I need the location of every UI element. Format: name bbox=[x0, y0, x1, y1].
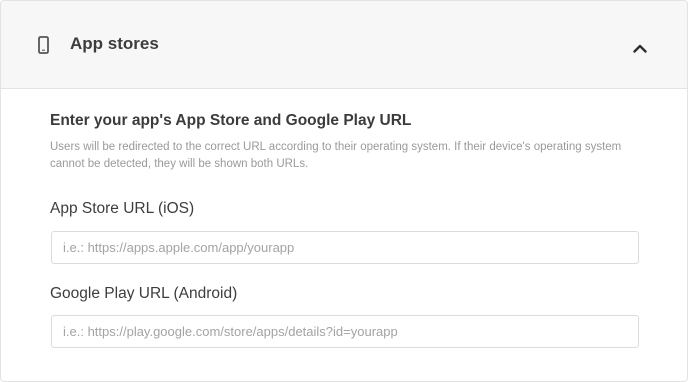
phone-icon bbox=[38, 36, 49, 54]
google-play-url-label: Google Play URL (Android) bbox=[50, 285, 238, 302]
google-play-url-input[interactable] bbox=[51, 315, 639, 348]
panel-title: App stores bbox=[70, 34, 159, 53]
app-stores-panel: App stores Enter your app's App Store an… bbox=[0, 0, 688, 382]
app-store-url-input[interactable] bbox=[51, 231, 639, 264]
app-store-url-label: App Store URL (iOS) bbox=[50, 200, 195, 217]
chevron-up-icon bbox=[633, 40, 647, 58]
section-description: Users will be redirected to the correct … bbox=[50, 141, 622, 170]
panel-header[interactable]: App stores bbox=[1, 1, 687, 89]
collapse-button[interactable] bbox=[625, 35, 655, 63]
section-title: Enter your app's App Store and Google Pl… bbox=[50, 112, 412, 129]
